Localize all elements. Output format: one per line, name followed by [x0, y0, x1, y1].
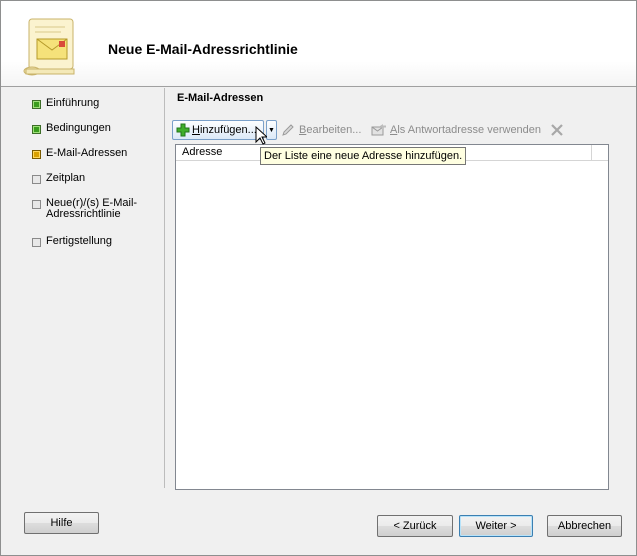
set-reply-address-button[interactable]: Als Antwortadresse verwenden: [371, 120, 541, 140]
add-button-label: Hinzufügen...: [192, 124, 257, 136]
delete-button[interactable]: [549, 120, 565, 140]
step-label: Zeitplan: [46, 172, 86, 184]
step-label: Einführung: [46, 97, 100, 109]
wizard-title: Neue E-Mail-Adressrichtlinie: [108, 41, 298, 57]
next-button[interactable]: Weiter >: [459, 515, 533, 537]
wizard-header: Neue E-Mail-Adressrichtlinie: [1, 1, 636, 87]
add-dropdown-button[interactable]: ▼: [266, 120, 277, 140]
cancel-button-label: Abbrechen: [557, 520, 612, 532]
add-button-tooltip: Der Liste eine neue Adresse hinzufügen.: [260, 147, 467, 165]
step-label: Neue(r)/(s) E-Mail-Adressrichtlinie: [46, 197, 138, 220]
step-complete-icon: [32, 125, 41, 134]
chevron-down-icon: ▼: [268, 126, 275, 134]
edit-button[interactable]: Bearbeiten...: [281, 120, 361, 140]
plus-icon: [176, 123, 190, 137]
step-email-adressen: E-Mail-Adressen: [32, 148, 156, 159]
help-button-label: Hilfe: [50, 517, 73, 529]
email-policy-scroll-icon: [23, 18, 75, 76]
access-key: H: [192, 124, 200, 136]
delete-x-icon: [551, 124, 563, 136]
step-label: Fertigstellung: [46, 235, 113, 247]
address-list[interactable]: Adresse: [175, 144, 609, 490]
step-label: Bedingungen: [46, 122, 111, 134]
help-button[interactable]: Hilfe: [24, 512, 99, 534]
step-label: E-Mail-Adressen: [46, 147, 128, 159]
next-button-label: Weiter >: [475, 520, 517, 532]
step-current-icon: [32, 150, 41, 159]
step-pending-icon: [32, 175, 41, 184]
step-fertigstellung: Fertigstellung: [32, 236, 156, 247]
step-einfuehrung: Einführung: [32, 98, 156, 109]
access-key: A: [390, 124, 398, 136]
pencil-icon: [282, 124, 294, 136]
back-button[interactable]: < Zurück: [377, 515, 453, 537]
section-title: E-Mail-Adressen: [177, 92, 264, 104]
toolbar: Hinzufügen... ▼ Bearbeiten... Als Antwor…: [172, 120, 612, 140]
step-complete-icon: [32, 100, 41, 109]
access-key: B: [299, 124, 307, 136]
column-header-filler: [592, 145, 608, 160]
step-zeitplan: Zeitplan: [32, 173, 156, 184]
step-neue-richtlinie: Neue(r)/(s) E-Mail-Adressrichtlinie: [32, 198, 146, 220]
add-button[interactable]: Hinzufügen...: [172, 120, 264, 140]
set-reply-address-label: Als Antwortadresse verwenden: [390, 124, 542, 136]
step-pending-icon: [32, 200, 41, 209]
step-list: Einführung Bedingungen E-Mail-Adressen Z…: [0, 87, 162, 497]
mouse-cursor-icon: [255, 126, 267, 145]
reply-address-icon: [371, 124, 386, 136]
back-button-label: < Zurück: [393, 520, 437, 532]
edit-button-label: Bearbeiten...: [299, 124, 362, 136]
cancel-button[interactable]: Abbrechen: [547, 515, 622, 537]
step-bedingungen: Bedingungen: [32, 123, 156, 134]
sidebar-divider: [164, 88, 165, 488]
step-pending-icon: [32, 238, 41, 247]
